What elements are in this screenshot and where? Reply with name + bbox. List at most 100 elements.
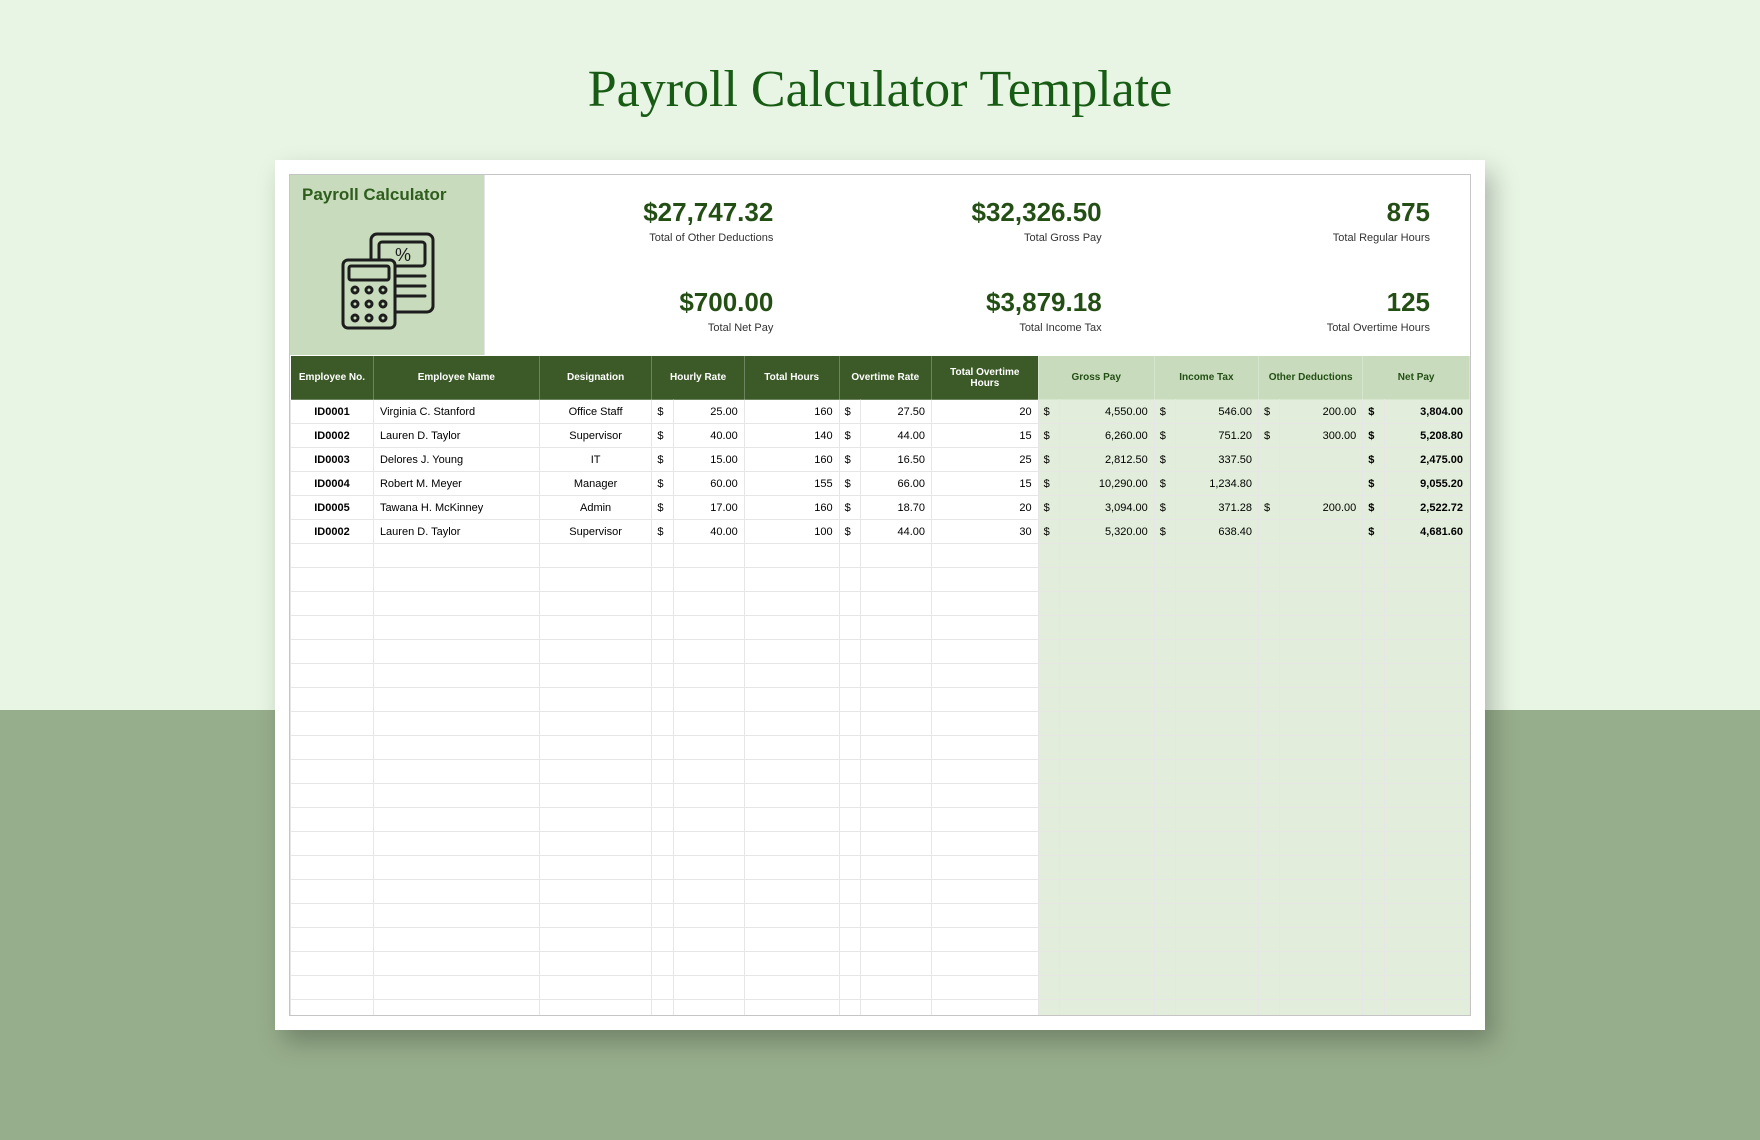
cell-ohours[interactable]: 25 bbox=[932, 448, 1039, 472]
cell-rate[interactable]: 40.00 bbox=[673, 520, 744, 544]
cur[interactable]: $ bbox=[1154, 496, 1175, 520]
cell-rate[interactable]: 15.00 bbox=[673, 448, 744, 472]
cur[interactable]: $ bbox=[1259, 424, 1280, 448]
cell-orate[interactable]: 66.00 bbox=[860, 472, 931, 496]
cell-name[interactable]: Virginia C. Stanford bbox=[373, 400, 539, 424]
cell-tax[interactable]: 337.50 bbox=[1176, 448, 1259, 472]
cell-ded[interactable] bbox=[1280, 472, 1363, 496]
cell-net[interactable]: 3,804.00 bbox=[1384, 400, 1469, 424]
cell-ohours[interactable]: 20 bbox=[932, 496, 1039, 520]
cell-ohours[interactable]: 20 bbox=[932, 400, 1039, 424]
cur[interactable]: $ bbox=[652, 424, 673, 448]
cell-net[interactable]: 2,475.00 bbox=[1384, 448, 1469, 472]
cell-ded[interactable]: 200.00 bbox=[1280, 496, 1363, 520]
cur[interactable]: $ bbox=[1259, 400, 1280, 424]
cur[interactable]: $ bbox=[839, 520, 860, 544]
cell-designation[interactable]: Supervisor bbox=[539, 424, 652, 448]
cur[interactable]: $ bbox=[1259, 496, 1280, 520]
cell-orate[interactable]: 44.00 bbox=[860, 424, 931, 448]
cell-hours[interactable]: 100 bbox=[744, 520, 839, 544]
cur[interactable]: $ bbox=[1154, 472, 1175, 496]
cell-id[interactable]: ID0004 bbox=[291, 472, 374, 496]
cell-rate[interactable]: 60.00 bbox=[673, 472, 744, 496]
cell-designation[interactable]: Admin bbox=[539, 496, 652, 520]
cur[interactable]: $ bbox=[839, 424, 860, 448]
cur[interactable]: $ bbox=[1038, 520, 1059, 544]
cell-hours[interactable]: 160 bbox=[744, 496, 839, 520]
cell-gross[interactable]: 10,290.00 bbox=[1059, 472, 1154, 496]
cell-designation[interactable]: Supervisor bbox=[539, 520, 652, 544]
cell-tax[interactable]: 371.28 bbox=[1176, 496, 1259, 520]
cell-tax[interactable]: 638.40 bbox=[1176, 520, 1259, 544]
cur[interactable]: $ bbox=[1363, 520, 1384, 544]
cell-id[interactable]: ID0001 bbox=[291, 400, 374, 424]
cell-id[interactable]: ID0002 bbox=[291, 424, 374, 448]
cell-gross[interactable]: 5,320.00 bbox=[1059, 520, 1154, 544]
cell-name[interactable]: Lauren D. Taylor bbox=[373, 520, 539, 544]
cell-net[interactable]: 9,055.20 bbox=[1384, 472, 1469, 496]
cell-rate[interactable]: 17.00 bbox=[673, 496, 744, 520]
cur[interactable]: $ bbox=[1154, 400, 1175, 424]
cell-hours[interactable]: 160 bbox=[744, 448, 839, 472]
cur[interactable]: $ bbox=[1363, 496, 1384, 520]
cur[interactable] bbox=[1259, 520, 1280, 544]
cell-name[interactable]: Tawana H. McKinney bbox=[373, 496, 539, 520]
cur[interactable]: $ bbox=[839, 448, 860, 472]
cell-orate[interactable]: 27.50 bbox=[860, 400, 931, 424]
cell-gross[interactable]: 2,812.50 bbox=[1059, 448, 1154, 472]
cell-ded[interactable] bbox=[1280, 520, 1363, 544]
cur[interactable]: $ bbox=[839, 400, 860, 424]
cell-name[interactable]: Lauren D. Taylor bbox=[373, 424, 539, 448]
cell-designation[interactable]: IT bbox=[539, 448, 652, 472]
cell-gross[interactable]: 3,094.00 bbox=[1059, 496, 1154, 520]
cur[interactable]: $ bbox=[1038, 400, 1059, 424]
cur[interactable]: $ bbox=[652, 400, 673, 424]
cur[interactable]: $ bbox=[1038, 472, 1059, 496]
cur[interactable]: $ bbox=[1363, 424, 1384, 448]
cell-id[interactable]: ID0005 bbox=[291, 496, 374, 520]
cur[interactable]: $ bbox=[1154, 448, 1175, 472]
cur[interactable]: $ bbox=[1154, 424, 1175, 448]
cell-tax[interactable]: 1,234.80 bbox=[1176, 472, 1259, 496]
cell-rate[interactable]: 25.00 bbox=[673, 400, 744, 424]
cell-id[interactable]: ID0003 bbox=[291, 448, 374, 472]
cell-ded[interactable]: 300.00 bbox=[1280, 424, 1363, 448]
cur[interactable]: $ bbox=[1363, 400, 1384, 424]
cell-hours[interactable]: 140 bbox=[744, 424, 839, 448]
cell-name[interactable]: Robert M. Meyer bbox=[373, 472, 539, 496]
cell-net[interactable]: 5,208.80 bbox=[1384, 424, 1469, 448]
cell-ohours[interactable]: 30 bbox=[932, 520, 1039, 544]
cur[interactable]: $ bbox=[839, 496, 860, 520]
cur[interactable] bbox=[1259, 472, 1280, 496]
cell-gross[interactable]: 6,260.00 bbox=[1059, 424, 1154, 448]
cell-name[interactable]: Delores J. Young bbox=[373, 448, 539, 472]
cur[interactable]: $ bbox=[1363, 472, 1384, 496]
cur[interactable]: $ bbox=[1038, 448, 1059, 472]
cell-tax[interactable]: 546.00 bbox=[1176, 400, 1259, 424]
cell-ohours[interactable]: 15 bbox=[932, 472, 1039, 496]
cell-orate[interactable]: 18.70 bbox=[860, 496, 931, 520]
cell-net[interactable]: 4,681.60 bbox=[1384, 520, 1469, 544]
cur[interactable]: $ bbox=[1363, 448, 1384, 472]
cur[interactable]: $ bbox=[652, 520, 673, 544]
cell-hours[interactable]: 155 bbox=[744, 472, 839, 496]
cell-id[interactable]: ID0002 bbox=[291, 520, 374, 544]
cell-tax[interactable]: 751.20 bbox=[1176, 424, 1259, 448]
cur[interactable]: $ bbox=[1154, 520, 1175, 544]
cell-rate[interactable]: 40.00 bbox=[673, 424, 744, 448]
cur[interactable]: $ bbox=[652, 448, 673, 472]
cur[interactable]: $ bbox=[1038, 496, 1059, 520]
cell-ded[interactable] bbox=[1280, 448, 1363, 472]
cell-net[interactable]: 2,522.72 bbox=[1384, 496, 1469, 520]
cell-ded[interactable]: 200.00 bbox=[1280, 400, 1363, 424]
cell-orate[interactable]: 16.50 bbox=[860, 448, 931, 472]
cur[interactable] bbox=[1259, 448, 1280, 472]
cur[interactable]: $ bbox=[652, 472, 673, 496]
cell-designation[interactable]: Manager bbox=[539, 472, 652, 496]
cell-gross[interactable]: 4,550.00 bbox=[1059, 400, 1154, 424]
cur[interactable]: $ bbox=[1038, 424, 1059, 448]
cur[interactable]: $ bbox=[839, 472, 860, 496]
cell-ohours[interactable]: 15 bbox=[932, 424, 1039, 448]
cell-designation[interactable]: Office Staff bbox=[539, 400, 652, 424]
cell-orate[interactable]: 44.00 bbox=[860, 520, 931, 544]
